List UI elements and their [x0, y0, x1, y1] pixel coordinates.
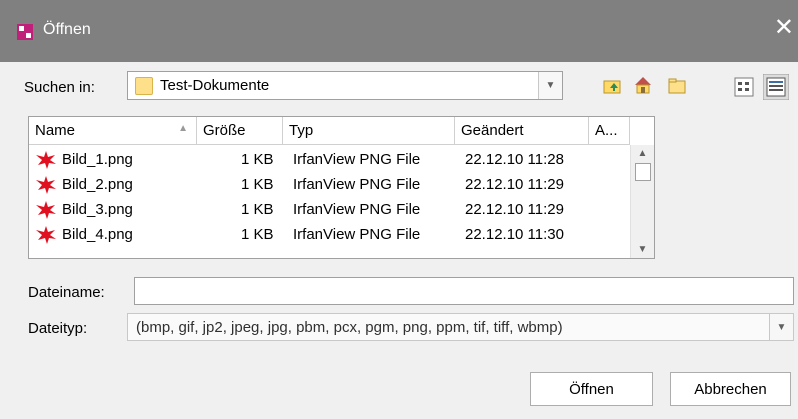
file-size: 1 KB: [241, 226, 274, 243]
file-type-label: Dateityp:: [28, 320, 88, 337]
file-name: Bild_4.png: [62, 226, 133, 243]
up-folder-icon[interactable]: [602, 75, 624, 97]
open-button[interactable]: Öffnen: [530, 372, 653, 406]
window-title: Öffnen: [43, 21, 91, 38]
title-bar: Öffnen ✕: [0, 0, 798, 62]
png-file-icon: [36, 226, 56, 244]
png-file-icon: [36, 201, 56, 219]
table-row[interactable]: Bild_2.png 1 KB IrfanView PNG File 22.12…: [29, 172, 629, 197]
file-name-input[interactable]: [134, 277, 794, 305]
table-row[interactable]: Bild_1.png 1 KB IrfanView PNG File 22.12…: [29, 147, 629, 172]
column-header-modified[interactable]: Geändert: [455, 117, 589, 145]
file-type-value: (bmp, gif, jp2, jpeg, jpg, pbm, pcx, pgm…: [136, 319, 563, 336]
look-in-label: Suchen in:: [24, 79, 95, 96]
app-icon: [17, 24, 33, 40]
scroll-down-icon[interactable]: ▼: [631, 241, 654, 258]
file-size: 1 KB: [241, 151, 274, 168]
folder-icon: [135, 77, 153, 95]
file-modified: 22.12.10 11:30: [465, 226, 564, 243]
file-name: Bild_1.png: [62, 151, 133, 168]
file-name: Bild_3.png: [62, 201, 133, 218]
png-file-icon: [36, 151, 56, 169]
column-header-type[interactable]: Typ: [283, 117, 455, 145]
details-view-icon[interactable]: [763, 74, 789, 100]
column-header-size[interactable]: Größe: [197, 117, 283, 145]
png-file-icon: [36, 176, 56, 194]
file-type-combo[interactable]: (bmp, gif, jp2, jpeg, jpg, pbm, pcx, pgm…: [127, 313, 794, 341]
column-header-name[interactable]: Name ▲: [29, 117, 197, 145]
file-table[interactable]: Name ▲ Größe Typ Geändert A... Bild_1.pn…: [28, 116, 655, 259]
close-button[interactable]: ✕: [774, 16, 794, 40]
chevron-down-icon[interactable]: ▼: [769, 314, 793, 340]
cancel-button[interactable]: Abbrechen: [670, 372, 791, 406]
file-modified: 22.12.10 11:29: [465, 201, 564, 218]
file-type: IrfanView PNG File: [293, 176, 421, 193]
file-name: Bild_2.png: [62, 176, 133, 193]
home-icon[interactable]: [632, 74, 654, 96]
look-in-combo[interactable]: Test-Dokumente ▼: [127, 71, 563, 100]
list-view-icon[interactable]: [733, 76, 755, 98]
file-size: 1 KB: [241, 176, 274, 193]
table-row[interactable]: Bild_4.png 1 KB IrfanView PNG File 22.12…: [29, 222, 629, 247]
vertical-scrollbar[interactable]: ▲ ▼: [630, 145, 654, 258]
file-type: IrfanView PNG File: [293, 226, 421, 243]
new-folder-icon[interactable]: [666, 75, 688, 97]
file-modified: 22.12.10 11:29: [465, 176, 564, 193]
column-header-attributes[interactable]: A...: [589, 117, 630, 145]
look-in-value: Test-Dokumente: [160, 77, 270, 94]
file-name-label: Dateiname:: [28, 284, 105, 301]
scroll-up-icon[interactable]: ▲: [631, 145, 654, 162]
scroll-thumb[interactable]: [635, 163, 651, 181]
chevron-down-icon[interactable]: ▼: [538, 72, 562, 99]
file-type: IrfanView PNG File: [293, 201, 421, 218]
file-size: 1 KB: [241, 201, 274, 218]
file-modified: 22.12.10 11:28: [465, 151, 564, 168]
table-row[interactable]: Bild_3.png 1 KB IrfanView PNG File 22.12…: [29, 197, 629, 222]
file-type: IrfanView PNG File: [293, 151, 421, 168]
sort-asc-icon: ▲: [178, 123, 188, 134]
